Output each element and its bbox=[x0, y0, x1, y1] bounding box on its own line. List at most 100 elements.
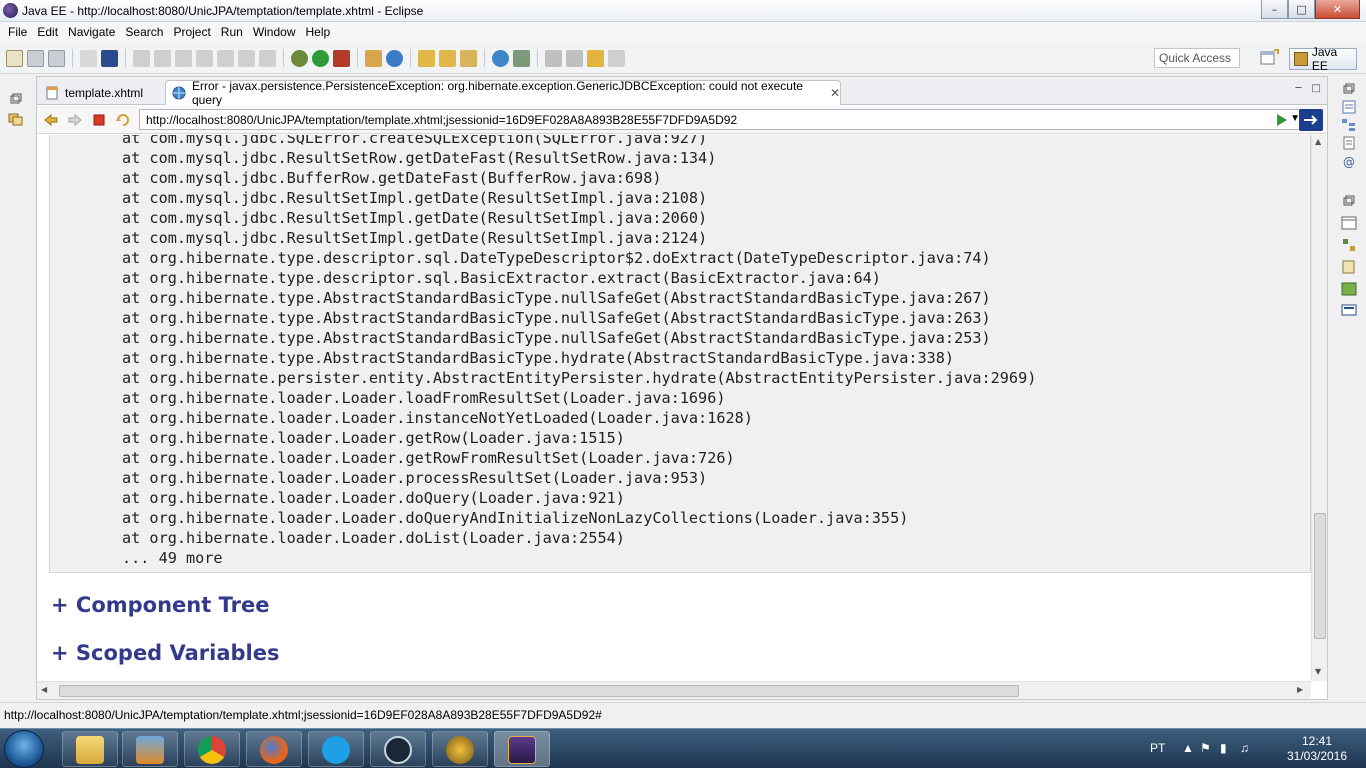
console-view-icon[interactable] bbox=[1341, 304, 1357, 318]
scroll-up-icon[interactable]: ▲ bbox=[1315, 137, 1321, 146]
menu-navigate[interactable]: Navigate bbox=[63, 25, 120, 39]
markers-icon[interactable] bbox=[1341, 216, 1357, 230]
package-explorer-icon[interactable] bbox=[8, 112, 24, 126]
menu-help[interactable]: Help bbox=[301, 25, 336, 39]
refresh-icon[interactable] bbox=[115, 112, 131, 128]
web-browser-icon[interactable] bbox=[492, 49, 509, 67]
open-type-icon[interactable] bbox=[418, 49, 435, 67]
outline-icon[interactable] bbox=[1341, 118, 1357, 132]
show-hidden-icons-icon[interactable]: ▲ bbox=[1182, 741, 1194, 755]
suspend-icon[interactable] bbox=[154, 49, 171, 67]
search-icon[interactable] bbox=[513, 49, 530, 67]
new-java-class-icon[interactable] bbox=[386, 49, 403, 67]
stack-trace-line: at com.mysql.jdbc.ResultSetImpl.getDate(… bbox=[122, 189, 708, 207]
menu-window[interactable]: Window bbox=[248, 25, 301, 39]
scroll-down-icon[interactable]: ▼ bbox=[1315, 667, 1321, 676]
horizontal-scrollbar[interactable]: ◀ ▶ bbox=[37, 681, 1311, 699]
minimize-button[interactable]: – bbox=[1261, 0, 1288, 19]
menu-edit[interactable]: Edit bbox=[32, 25, 63, 39]
menu-search[interactable]: Search bbox=[120, 25, 168, 39]
chrome-icon bbox=[198, 736, 226, 764]
restore-icon[interactable] bbox=[1341, 194, 1357, 208]
taskbar-app-eclipse-java-ee[interactable] bbox=[494, 731, 550, 767]
language-indicator[interactable]: PT bbox=[1150, 741, 1165, 755]
console-icon[interactable] bbox=[101, 49, 118, 67]
go-icon[interactable] bbox=[1273, 112, 1289, 128]
task-list-icon[interactable] bbox=[1341, 100, 1357, 114]
previous-annotation-icon[interactable] bbox=[566, 49, 583, 67]
menu-bar: File Edit Navigate Search Project Run Wi… bbox=[0, 22, 1366, 42]
new-icon[interactable] bbox=[6, 49, 23, 67]
save-icon[interactable] bbox=[27, 49, 44, 67]
new-server-icon[interactable] bbox=[365, 49, 382, 67]
close-tab-icon[interactable]: ✕ bbox=[830, 86, 840, 100]
taskbar-app-chrome[interactable] bbox=[184, 731, 240, 767]
data-source-explorer-icon[interactable] bbox=[1341, 260, 1357, 274]
run-icon[interactable] bbox=[312, 49, 329, 67]
step-into-icon[interactable] bbox=[217, 49, 234, 67]
taskbar-app-media-player[interactable] bbox=[122, 731, 178, 767]
taskbar-app-skype[interactable] bbox=[308, 731, 364, 767]
right-trim-bar: @ bbox=[1332, 76, 1366, 700]
restore-icon[interactable] bbox=[1341, 82, 1357, 96]
step-return-icon[interactable] bbox=[259, 49, 276, 67]
taskbar-app-windows-explorer[interactable] bbox=[62, 731, 118, 767]
taskbar-app-hearthstone[interactable] bbox=[432, 731, 488, 767]
scroll-right-icon[interactable]: ▶ bbox=[1297, 685, 1303, 694]
restore-icon[interactable] bbox=[8, 92, 24, 106]
snippets-icon[interactable] bbox=[1341, 282, 1357, 296]
run-server-icon[interactable] bbox=[333, 49, 350, 67]
menu-file[interactable]: File bbox=[3, 25, 32, 39]
minimize-icon[interactable]: ─ bbox=[1296, 83, 1302, 94]
skip-breakpoints-icon[interactable] bbox=[80, 49, 97, 67]
annotation-icon[interactable] bbox=[460, 49, 477, 67]
taskbar-app-steam[interactable] bbox=[370, 731, 426, 767]
url-input[interactable]: http://localhost:8080/UnicJPA/temptation… bbox=[139, 109, 1305, 130]
tab-error-page[interactable]: Error - javax.persistence.PersistenceExc… bbox=[165, 79, 841, 107]
maximize-icon[interactable]: □ bbox=[1312, 83, 1321, 94]
browser-url-bar: http://localhost:8080/UnicJPA/temptation… bbox=[37, 106, 1327, 134]
properties-icon[interactable] bbox=[1341, 136, 1357, 150]
menu-run[interactable]: Run bbox=[216, 25, 248, 39]
toolbar-separator bbox=[357, 49, 358, 67]
scoped-variables-toggle[interactable]: + Scoped Variables bbox=[51, 641, 280, 665]
component-tree-toggle[interactable]: + Component Tree bbox=[51, 593, 269, 617]
terminate-icon[interactable] bbox=[175, 49, 192, 67]
servers-icon[interactable] bbox=[1341, 238, 1357, 252]
volume-icon[interactable]: ♫ bbox=[1240, 741, 1249, 755]
open-external-browser-icon[interactable] bbox=[1299, 109, 1323, 131]
system-clock[interactable]: 12:41 31/03/2016 bbox=[1282, 734, 1352, 764]
resume-icon[interactable] bbox=[133, 49, 150, 67]
open-task-icon[interactable] bbox=[439, 49, 456, 67]
network-signal-icon[interactable]: ▮ bbox=[1220, 741, 1227, 755]
start-button[interactable] bbox=[4, 730, 44, 768]
save-all-icon[interactable] bbox=[48, 49, 65, 67]
forward-arrow-icon[interactable] bbox=[67, 112, 83, 128]
maximize-button[interactable]: □ bbox=[1288, 0, 1315, 19]
javadoc-icon[interactable]: @ bbox=[1341, 154, 1357, 169]
window-title: Java EE - http://localhost:8080/UnicJPA/… bbox=[22, 4, 424, 18]
stop-icon[interactable] bbox=[91, 112, 107, 128]
tab-template-xhtml[interactable]: template.xhtml bbox=[39, 80, 165, 105]
toolbar-separator bbox=[125, 49, 126, 67]
action-center-flag-icon[interactable]: ⚑ bbox=[1200, 741, 1211, 755]
stack-trace-line: ... 49 more bbox=[122, 549, 223, 567]
debug-icon[interactable] bbox=[291, 49, 308, 67]
horizontal-scroll-thumb[interactable] bbox=[59, 685, 1019, 697]
back-arrow-icon[interactable] bbox=[43, 112, 59, 128]
close-button[interactable]: ✕ bbox=[1315, 0, 1360, 19]
back-icon[interactable] bbox=[587, 49, 604, 67]
open-perspective-icon[interactable] bbox=[1259, 49, 1279, 67]
taskbar-app-firefox[interactable] bbox=[246, 731, 302, 767]
step-over-icon[interactable] bbox=[238, 49, 255, 67]
scroll-left-icon[interactable]: ◀ bbox=[41, 685, 47, 694]
vertical-scroll-thumb[interactable] bbox=[1314, 513, 1326, 639]
next-annotation-icon[interactable] bbox=[545, 49, 562, 67]
stack-trace-panel: at com.mysql.jdbc.SQLError.createSQLExce… bbox=[49, 135, 1311, 573]
forward-icon[interactable] bbox=[608, 49, 625, 67]
menu-project[interactable]: Project bbox=[168, 25, 215, 39]
perspective-java-ee-button[interactable]: Java EE bbox=[1289, 45, 1357, 73]
disconnect-icon[interactable] bbox=[196, 49, 213, 67]
quick-access-input[interactable]: Quick Access bbox=[1154, 48, 1240, 68]
vertical-scrollbar[interactable]: ▲ ▼ bbox=[1311, 135, 1327, 681]
